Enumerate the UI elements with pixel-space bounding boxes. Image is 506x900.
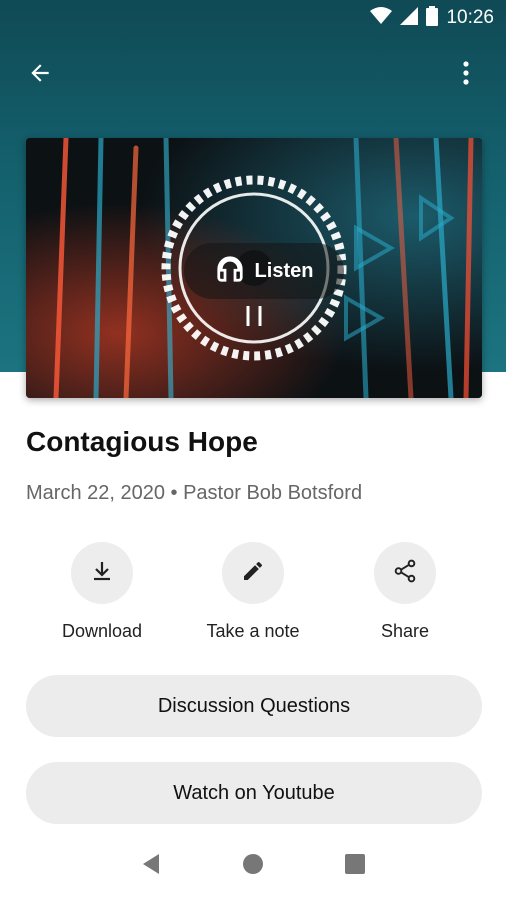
discussion-questions-button[interactable]: Discussion Questions: [26, 675, 482, 737]
triangle-back-icon: [141, 853, 161, 880]
wifi-icon: [370, 6, 393, 30]
more-options-button[interactable]: [442, 51, 490, 99]
share-action[interactable]: Share: [329, 542, 481, 642]
nav-home-button[interactable]: [225, 838, 281, 894]
status-bar: 10:26: [0, 0, 506, 36]
app-bar: [0, 50, 506, 100]
circle-home-icon: [242, 853, 264, 880]
take-note-action[interactable]: Take a note: [177, 542, 329, 642]
square-recents-icon: [345, 853, 365, 879]
download-icon: [90, 559, 114, 588]
more-vert-icon: [462, 60, 470, 91]
pencil-icon: [241, 559, 265, 588]
share-icon: [392, 558, 418, 589]
cellular-signal-icon: [400, 6, 419, 30]
download-label: Download: [61, 621, 143, 641]
back-button[interactable]: [16, 51, 64, 99]
action-row: Download Take a note Share: [0, 542, 506, 652]
download-action[interactable]: Download: [26, 542, 178, 642]
watch-youtube-button[interactable]: Watch on Youtube: [26, 762, 482, 824]
sermon-title: Contagious Hope: [26, 426, 258, 457]
system-nav-bar: [0, 838, 506, 894]
take-note-button[interactable]: [222, 542, 284, 604]
status-time: 10:26: [446, 7, 494, 28]
share-button[interactable]: [374, 542, 436, 604]
arrow-left-icon: [27, 60, 53, 91]
listen-button[interactable]: Listen: [184, 243, 344, 299]
take-note-label: Take a note: [206, 621, 300, 641]
sermon-artwork: Listen: [26, 138, 482, 398]
nav-back-button[interactable]: [123, 838, 179, 894]
sermon-meta: March 22, 2020 • Pastor Bob Botsford: [26, 482, 363, 504]
download-button[interactable]: [71, 542, 133, 604]
headphones-icon: [215, 254, 245, 289]
share-label: Share: [380, 621, 430, 641]
battery-icon: [426, 5, 439, 31]
listen-label: Listen: [254, 259, 314, 282]
nav-recents-button[interactable]: [327, 838, 383, 894]
